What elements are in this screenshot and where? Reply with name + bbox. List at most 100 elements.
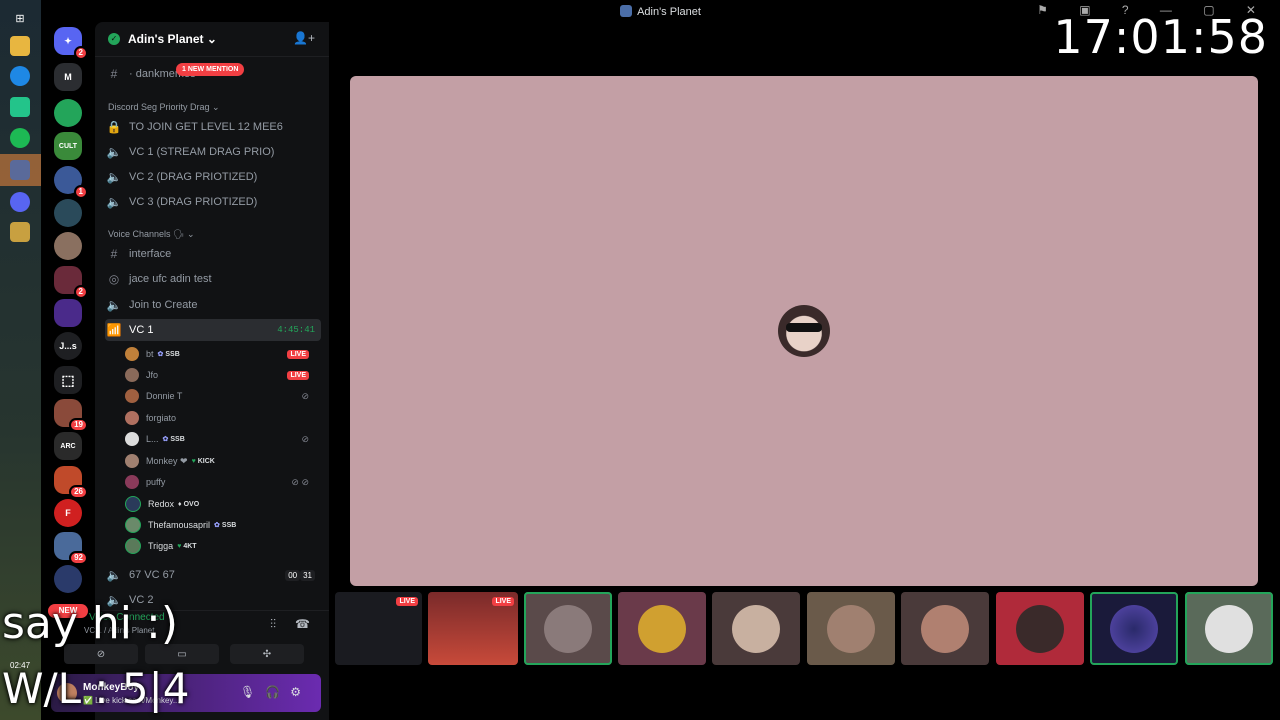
stream-thumbnail[interactable]: LIVE bbox=[335, 592, 422, 665]
deafened-icon: ⊘ bbox=[301, 433, 309, 444]
channel-vc1-active[interactable]: 📶 VC 1 4:45:41 bbox=[105, 319, 321, 341]
discord-taskbar-icon[interactable] bbox=[10, 192, 30, 212]
guild-icon[interactable]: 92 bbox=[54, 532, 88, 565]
activities-icon[interactable]: ✣ bbox=[230, 644, 304, 664]
guild-icon[interactable]: F bbox=[54, 499, 82, 527]
participant-tile[interactable] bbox=[618, 592, 706, 665]
channel-jace-ufc[interactable]: ◎ jace ufc adin test bbox=[105, 268, 321, 290]
avatar bbox=[827, 604, 875, 653]
channel-vc3[interactable]: 🔈 VC 3 (DRAG PRIOTIZED) bbox=[105, 191, 321, 213]
window-title: Adin's Planet bbox=[637, 6, 701, 18]
user-limit: 00 31 bbox=[285, 569, 315, 581]
guild-icon[interactable]: M bbox=[54, 63, 82, 91]
server-verified-icon: ✓ bbox=[108, 33, 120, 45]
microphone-icon[interactable]: 🎙 bbox=[240, 685, 265, 699]
voice-user[interactable]: Thefamousapril ✿ SSB bbox=[125, 515, 315, 535]
participant-tile[interactable] bbox=[1185, 592, 1273, 665]
user-controls: 🎙🎧⚙ bbox=[240, 685, 311, 699]
guild-icon[interactable]: 19 bbox=[54, 399, 88, 432]
participant-tile[interactable] bbox=[712, 592, 800, 665]
guild-icon[interactable]: ⬚ bbox=[54, 366, 82, 394]
guild-icon[interactable]: CULT bbox=[54, 132, 82, 160]
guild-icon[interactable] bbox=[54, 299, 82, 327]
guild-icon[interactable] bbox=[54, 199, 82, 227]
avatar bbox=[732, 604, 780, 653]
avatar bbox=[1110, 604, 1158, 653]
avatar bbox=[125, 411, 139, 425]
guild-icon[interactable]: ARC bbox=[54, 432, 82, 460]
avatar bbox=[125, 347, 139, 361]
channel-vc1-stream[interactable]: 🔈 VC 1 (STREAM DRAG PRIO) bbox=[105, 141, 321, 163]
muted-deafened-icon: ⊘ ⊘ bbox=[291, 476, 309, 487]
stage-icon: ◎ bbox=[108, 272, 120, 286]
edge-browser-icon[interactable] bbox=[10, 66, 30, 86]
category-voice-channels[interactable]: Voice Channels 🗣 ⌄ bbox=[108, 229, 195, 240]
headphones-icon[interactable]: 🎧 bbox=[265, 685, 290, 699]
server-tag-icon: ✿ bbox=[157, 351, 164, 358]
avatar bbox=[921, 604, 969, 653]
invite-people-icon[interactable]: 👤+ bbox=[293, 31, 315, 45]
clock-overlay: 17:01:58 bbox=[1053, 10, 1268, 64]
server-tag-icon: ✿ bbox=[162, 436, 169, 443]
avatar bbox=[125, 538, 141, 554]
deafened-icon: ⊘ bbox=[301, 390, 309, 401]
guild-icon[interactable] bbox=[54, 565, 82, 593]
avatar bbox=[125, 432, 139, 446]
hashtag-icon: # bbox=[110, 67, 118, 81]
noise-suppression-icon[interactable]: ⫶⫶ bbox=[270, 617, 276, 632]
guild-icon[interactable]: J...s bbox=[54, 332, 82, 360]
voice-user[interactable]: Redox ♦ OVO bbox=[125, 494, 315, 514]
guild-icon[interactable]: 26 bbox=[54, 466, 88, 499]
category-seg-priority[interactable]: Discord Seg Priority Drag ⌄ bbox=[108, 102, 220, 113]
channel-interface[interactable]: # interface bbox=[105, 243, 321, 265]
voice-user[interactable]: Donnie T ⊘ bbox=[125, 386, 315, 406]
voice-user[interactable]: puffy ⊘ ⊘ bbox=[125, 472, 315, 492]
voice-user[interactable]: Jfo LIVE bbox=[125, 365, 315, 385]
disconnect-icon[interactable]: ☎ bbox=[295, 617, 310, 631]
live-badge: LIVE bbox=[396, 597, 418, 606]
participant-tile[interactable] bbox=[807, 592, 895, 665]
hashtag-icon: # bbox=[110, 247, 118, 261]
channel-join-to-create[interactable]: 🔈 Join to Create bbox=[105, 294, 321, 316]
participant-tile[interactable] bbox=[901, 592, 989, 665]
avatar bbox=[125, 454, 139, 468]
voice-user[interactable]: Trigga ♥ 4KT bbox=[125, 536, 315, 556]
stream-thumbnail[interactable]: LIVE bbox=[428, 592, 518, 665]
channel-timer: 4:45:41 bbox=[277, 325, 315, 335]
channel-join-level[interactable]: 🔒 TO JOIN GET LEVEL 12 MEE6 bbox=[105, 116, 321, 138]
speaker-icon: 🔈 bbox=[106, 298, 122, 312]
discord-home-icon[interactable]: ✦ 2 bbox=[54, 27, 88, 60]
channel-vc67[interactable]: 🔈 67 VC 67 00 31 bbox=[105, 564, 321, 586]
avatar bbox=[125, 389, 139, 403]
channel-vc2[interactable]: 🔈 VC 2 (DRAG PRIOTIZED) bbox=[105, 166, 321, 188]
participant-tile[interactable] bbox=[996, 592, 1084, 665]
voice-user[interactable]: Monkey ❤ ♥ KICK bbox=[125, 451, 315, 471]
avatar bbox=[125, 475, 139, 489]
live-badge: LIVE bbox=[287, 370, 309, 380]
stream-overlay-greeting: say hi :) bbox=[2, 598, 178, 649]
voice-user[interactable]: forgiato bbox=[125, 408, 315, 428]
live-badge: LIVE bbox=[287, 349, 309, 359]
speaker-icon: 🔈 bbox=[106, 568, 122, 582]
settings-gear-icon[interactable]: ⚙ bbox=[290, 685, 311, 699]
server-tag-icon: ✿ bbox=[214, 522, 220, 529]
app-shield-icon[interactable] bbox=[10, 160, 30, 180]
guild-icon[interactable]: 1 bbox=[54, 166, 88, 199]
avatar bbox=[125, 517, 141, 533]
participant-tile[interactable] bbox=[1090, 592, 1178, 665]
app-gold-icon[interactable] bbox=[10, 222, 30, 242]
avatar bbox=[544, 604, 592, 653]
new-mention-badge[interactable]: 1 NEW MENTION bbox=[176, 63, 245, 76]
avatar bbox=[1016, 604, 1064, 653]
voice-user[interactable]: L... ✿ SSB ⊘ bbox=[125, 429, 315, 449]
guild-icon[interactable] bbox=[54, 99, 82, 127]
file-explorer-icon[interactable] bbox=[10, 36, 30, 56]
guild-icon[interactable]: 2 bbox=[54, 266, 88, 299]
spotify-icon[interactable] bbox=[10, 128, 30, 148]
server-header[interactable]: ✓ Adin's Planet ⌄ 👤+ bbox=[95, 22, 329, 57]
participant-tile[interactable] bbox=[524, 592, 612, 665]
voice-user[interactable]: bt ✿ SSB LIVE bbox=[125, 344, 315, 364]
app-green-icon[interactable] bbox=[10, 97, 30, 117]
windows-start-icon[interactable]: ⊞ bbox=[10, 8, 30, 28]
guild-icon[interactable] bbox=[54, 232, 82, 260]
